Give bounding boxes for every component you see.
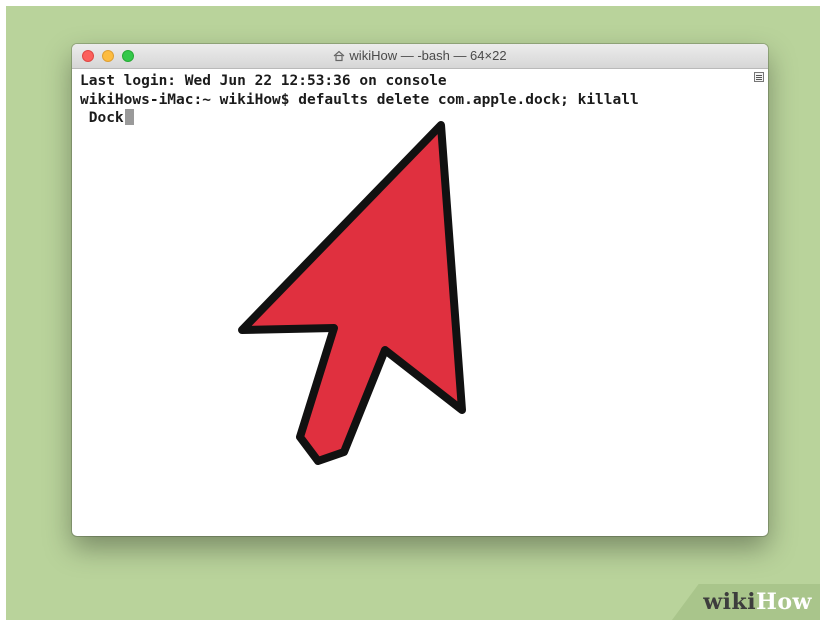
- terminal-output[interactable]: Last login: Wed Jun 22 12:53:36 on conso…: [80, 72, 746, 128]
- home-folder-icon: [333, 50, 345, 65]
- terminal-line-continuation-text: Dock: [80, 110, 124, 126]
- text-cursor: [124, 109, 134, 125]
- scroll-menu-icon[interactable]: [754, 72, 764, 82]
- terminal-line-continuation: Dock: [80, 109, 746, 128]
- wikihow-logo: wikiHow: [703, 589, 812, 615]
- terminal-line-login: Last login: Wed Jun 22 12:53:36 on conso…: [80, 73, 447, 89]
- window-title-text: wikiHow — -bash — 64×22: [349, 48, 507, 63]
- window-title: wikiHow — -bash — 64×22: [72, 48, 768, 65]
- title-bar[interactable]: wikiHow — -bash — 64×22: [72, 44, 768, 69]
- terminal-line-command: wikiHows-iMac:~ wikiHow$ defaults delete…: [80, 91, 639, 108]
- terminal-window[interactable]: wikiHow — -bash — 64×22 Last login: Wed …: [72, 44, 768, 536]
